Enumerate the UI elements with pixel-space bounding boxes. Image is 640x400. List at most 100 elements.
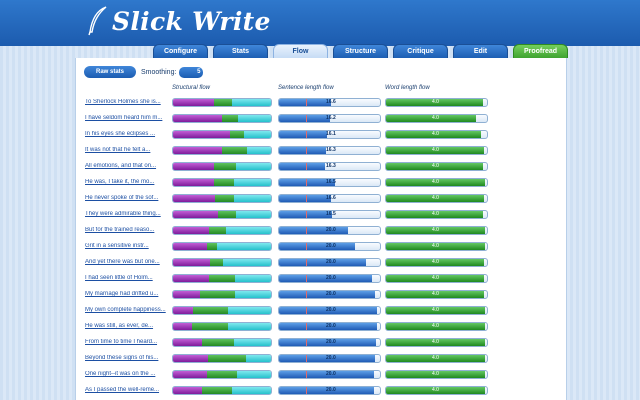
word-length-bar: 4.0: [385, 210, 488, 219]
structural-flow-bar: [172, 274, 272, 283]
paragraph-link[interactable]: They were admirable thing...: [85, 211, 167, 217]
paragraph-link[interactable]: And yet there was but one...: [85, 259, 167, 265]
green-segment: [215, 195, 234, 202]
tab-flow[interactable]: Flow: [273, 44, 328, 58]
paragraph-link[interactable]: Grit in a sensitive instr...: [85, 243, 167, 249]
sentence-length-bar: 20.0: [278, 226, 381, 235]
purple-segment: [173, 259, 211, 266]
sentence-length-value: 20.0: [326, 291, 336, 297]
cyan-segment: [233, 195, 271, 202]
paragraph-link[interactable]: From time to time I heard...: [85, 339, 167, 345]
sentence-length-bar: 20.0: [278, 322, 381, 331]
structural-flow-bar: [172, 226, 272, 235]
sentence-length-bar: 16.3: [278, 146, 381, 155]
raw-stats-button[interactable]: Raw stats: [84, 66, 136, 78]
word-length-value: 4.0: [432, 243, 439, 249]
word-length-bar: 4.0: [385, 194, 488, 203]
sentence-length-bar: 16.5: [278, 178, 381, 187]
paragraph-link[interactable]: To Sherlock Holmes she is...: [85, 99, 167, 105]
paragraph-link[interactable]: He was still, as ever, de...: [85, 323, 167, 329]
cyan-segment: [235, 163, 271, 170]
paragraph-row: From time to time I heard... 20.0 4.0: [76, 336, 566, 352]
paragraph-link[interactable]: My own complete happiness...: [85, 307, 167, 313]
paragraph-link[interactable]: I had seen little of Holm...: [85, 275, 167, 281]
cyan-segment: [233, 179, 271, 186]
word-length-bar: 4.0: [385, 306, 488, 315]
purple-segment: [173, 243, 208, 250]
structural-flow-bar: [172, 114, 272, 123]
cyan-segment: [237, 115, 271, 122]
green-segment: [200, 291, 235, 298]
word-length-value: 4.0: [432, 387, 439, 393]
paragraph-row: And yet there was but one... 20.0 4.0: [76, 256, 566, 272]
purple-segment: [173, 163, 215, 170]
structural-flow-bar: [172, 210, 272, 219]
paragraph-link[interactable]: One night--it was on the ...: [85, 371, 167, 377]
app-header: Slick Write Configure Stats Flow Structure C…: [0, 0, 640, 58]
sentence-length-value: 20.0: [326, 387, 336, 393]
structural-flow-header: Structural flow: [172, 85, 211, 91]
sentence-length-fill: [279, 243, 355, 250]
structural-flow-bar: [172, 354, 272, 363]
paragraph-link[interactable]: I have seldom heard him m...: [85, 115, 167, 121]
paragraph-link[interactable]: He was, I take it, the mo...: [85, 179, 167, 185]
purple-segment: [173, 323, 192, 330]
tab-stats[interactable]: Stats: [213, 44, 268, 58]
smoothing-input[interactable]: 5: [179, 66, 204, 78]
green-segment: [222, 115, 238, 122]
paragraph-link[interactable]: It was not that he felt a...: [85, 147, 167, 153]
sentence-length-marker: [306, 355, 307, 362]
paragraph-link[interactable]: In his eyes she eclipses ...: [85, 131, 167, 137]
sentence-length-value: 20.0: [326, 227, 336, 233]
cyan-segment: [227, 307, 271, 314]
purple-segment: [173, 179, 215, 186]
sentence-length-value: 16.6: [326, 195, 336, 201]
sentence-length-bar: 20.0: [278, 338, 381, 347]
sentence-length-marker: [306, 179, 307, 186]
structural-flow-bar: [172, 130, 272, 139]
sentence-length-marker: [306, 131, 307, 138]
tab-structure[interactable]: Structure: [333, 44, 388, 58]
tab-proofread[interactable]: Proofread: [513, 44, 568, 58]
paragraph-link[interactable]: As I passed the well-reme...: [85, 387, 167, 393]
cyan-segment: [243, 131, 271, 138]
sentence-length-value: 20.0: [326, 355, 336, 361]
word-length-value: 4.0: [432, 211, 439, 217]
green-segment: [209, 227, 226, 234]
paragraph-row: They were admirable thing... 16.5 4.0: [76, 208, 566, 224]
sentence-length-bar: 16.1: [278, 130, 381, 139]
cyan-segment: [227, 323, 271, 330]
word-length-bar: 4.0: [385, 386, 488, 395]
cyan-segment: [231, 387, 271, 394]
sentence-length-value: 16.5: [326, 211, 336, 217]
paragraph-link[interactable]: But for the trained reaso...: [85, 227, 167, 233]
paragraph-link[interactable]: Beyond these signs of his...: [85, 355, 167, 361]
structural-flow-bar: [172, 178, 272, 187]
green-segment: [202, 339, 234, 346]
word-length-bar: 4.0: [385, 114, 488, 123]
paragraph-link[interactable]: My marriage had drifted u...: [85, 291, 167, 297]
sentence-length-marker: [306, 195, 307, 202]
green-segment: [192, 307, 228, 314]
sentence-length-value: 16.1: [326, 131, 336, 137]
tab-configure[interactable]: Configure: [153, 44, 208, 58]
sentence-length-value: 20.0: [326, 259, 336, 265]
sentence-length-bar: 20.0: [278, 242, 381, 251]
paragraph-link[interactable]: He never spoke of the sof...: [85, 195, 167, 201]
tab-critique[interactable]: Critique: [393, 44, 448, 58]
structural-flow-bar: [172, 242, 272, 251]
smoothing-label: Smoothing:: [141, 68, 177, 76]
structural-flow-bar: [172, 338, 272, 347]
cyan-segment: [222, 259, 271, 266]
paragraph-row: As I passed the well-reme... 20.0 4.0: [76, 384, 566, 400]
cyan-segment: [236, 371, 271, 378]
word-length-bar: 4.0: [385, 258, 488, 267]
green-segment: [210, 259, 223, 266]
sentence-length-value: 20.0: [326, 339, 336, 345]
sentence-length-value: 20.0: [326, 275, 336, 281]
tab-edit[interactable]: Edit: [453, 44, 508, 58]
paragraph-link[interactable]: All emotions, and that on...: [85, 163, 167, 169]
cyan-segment: [233, 339, 271, 346]
word-length-bar: 4.0: [385, 354, 488, 363]
word-length-value: 4.0: [432, 323, 439, 329]
